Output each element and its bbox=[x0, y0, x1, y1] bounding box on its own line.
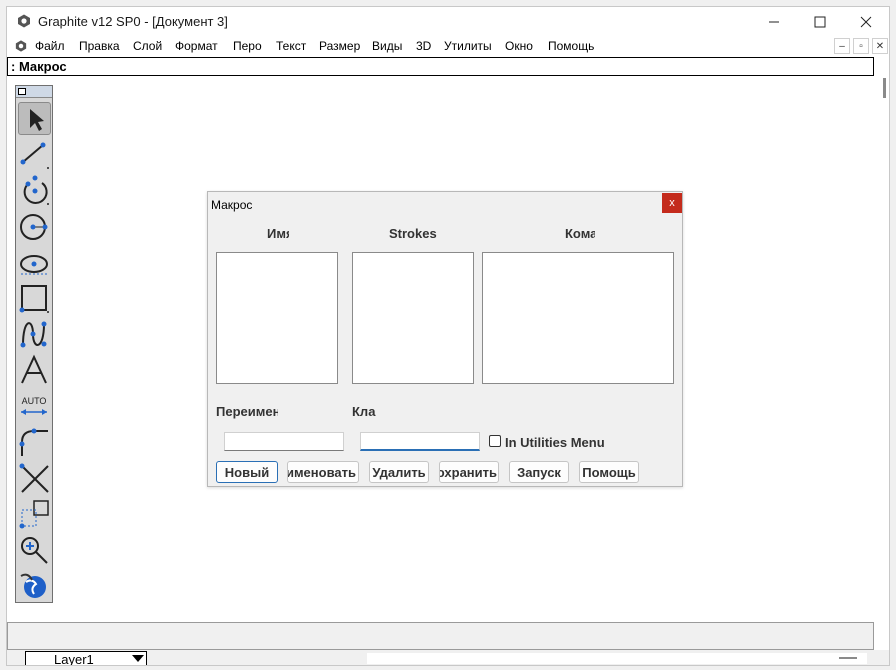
tool-line[interactable] bbox=[18, 138, 51, 171]
rectangle-icon bbox=[19, 285, 49, 313]
close-icon: ✕ bbox=[875, 40, 885, 52]
title-bar: Graphite v12 SP0 - [Документ 3] bbox=[7, 7, 889, 37]
rename-button[interactable]: Переименовать bbox=[287, 461, 359, 483]
menu-layer[interactable]: Слой bbox=[133, 39, 162, 53]
menu-help[interactable]: Помощь bbox=[548, 39, 594, 53]
menu-file[interactable]: Файл bbox=[35, 39, 65, 53]
layer-bar: Layer1 bbox=[7, 650, 889, 666]
tool-snap-box[interactable] bbox=[18, 498, 51, 531]
globe-view-icon bbox=[20, 573, 46, 598]
minimize-icon: – bbox=[839, 40, 845, 52]
close-icon: x bbox=[669, 197, 675, 209]
column-header-commands: Команды bbox=[565, 226, 595, 241]
menu-pen[interactable]: Перо bbox=[233, 39, 262, 53]
menu-3d[interactable]: 3D bbox=[416, 39, 431, 53]
dialog-close-button[interactable]: x bbox=[662, 193, 682, 213]
delete-button[interactable]: Удалить bbox=[369, 461, 429, 483]
help-button[interactable]: Помощь bbox=[579, 461, 639, 483]
maximize-button[interactable] bbox=[797, 7, 843, 37]
toolbox-header[interactable] bbox=[16, 86, 52, 98]
dialog-title: Макрос bbox=[211, 198, 253, 212]
menu-utilities[interactable]: Утилиты bbox=[444, 39, 492, 53]
rename-field[interactable] bbox=[224, 432, 344, 451]
tool-zoom[interactable] bbox=[18, 534, 51, 567]
menu-dimension[interactable]: Размер bbox=[319, 39, 360, 53]
snap-box-icon bbox=[19, 500, 49, 529]
menu-window[interactable]: Окно bbox=[505, 39, 533, 53]
app-window: Graphite v12 SP0 - [Документ 3] Файл Пра… bbox=[6, 6, 890, 666]
menu-format[interactable]: Формат bbox=[175, 39, 218, 53]
fillet-icon bbox=[19, 428, 48, 456]
rename-label: Переименовать bbox=[216, 404, 278, 419]
mdi-close-button[interactable]: ✕ bbox=[872, 38, 888, 54]
arc-icon bbox=[23, 175, 49, 205]
tool-select[interactable] bbox=[18, 102, 51, 135]
tool-auto-dimension[interactable]: AUTO bbox=[18, 390, 51, 423]
tool-trim[interactable] bbox=[18, 462, 51, 495]
command-line[interactable]: : Макрос bbox=[7, 57, 874, 76]
auto-label: AUTO bbox=[22, 396, 47, 406]
menu-bar: Файл Правка Слой Формат Перо Текст Разме… bbox=[7, 37, 889, 57]
graphite-app-icon bbox=[18, 14, 30, 28]
column-header-name: Имя bbox=[267, 226, 289, 241]
menu-text[interactable]: Текст bbox=[276, 39, 306, 53]
text-icon bbox=[21, 354, 47, 384]
tool-text[interactable] bbox=[18, 354, 51, 387]
utilities-menu-checkbox[interactable] bbox=[489, 435, 501, 447]
keys-label: Клавиши bbox=[352, 404, 376, 419]
tool-ellipse[interactable] bbox=[18, 246, 51, 279]
close-window-button[interactable] bbox=[843, 7, 889, 37]
vertical-scrollbar[interactable] bbox=[880, 76, 889, 622]
save-button[interactable]: Сохранить bbox=[439, 461, 499, 483]
circle-icon bbox=[20, 214, 48, 240]
tool-circle[interactable] bbox=[18, 210, 51, 243]
layer-name: Layer1 bbox=[54, 652, 94, 666]
chevron-down-icon bbox=[132, 655, 144, 662]
minimize-button[interactable] bbox=[751, 7, 797, 37]
column-header-strokes: Strokes bbox=[389, 226, 437, 241]
scroll-thumb[interactable] bbox=[839, 657, 857, 659]
macro-dialog: Макрос x Имя Strokes Команды Переименова… bbox=[207, 191, 683, 487]
maximize-icon bbox=[814, 16, 826, 28]
toolbox-palette: AUTO bbox=[15, 85, 53, 603]
zoom-icon bbox=[21, 537, 48, 564]
horizontal-scrollbar[interactable] bbox=[367, 653, 867, 664]
run-button[interactable]: Запуск bbox=[509, 461, 569, 483]
document-menu-icon[interactable] bbox=[15, 40, 27, 52]
minimize-icon bbox=[769, 21, 779, 23]
select-arrow-icon bbox=[30, 109, 44, 131]
strokes-list[interactable] bbox=[352, 252, 474, 384]
mdi-restore-button[interactable]: ▫ bbox=[853, 38, 869, 54]
tool-arc[interactable] bbox=[18, 174, 51, 207]
keys-field[interactable] bbox=[360, 432, 480, 451]
collapse-box[interactable] bbox=[18, 88, 26, 95]
tool-spline[interactable] bbox=[18, 318, 51, 351]
window-title: Graphite v12 SP0 - [Документ 3] bbox=[38, 14, 228, 29]
status-panel bbox=[7, 622, 874, 650]
macro-name-list[interactable] bbox=[216, 252, 338, 384]
mdi-minimize-button[interactable]: – bbox=[834, 38, 850, 54]
scroll-thumb[interactable] bbox=[883, 78, 886, 98]
trim-icon bbox=[19, 463, 49, 493]
auto-dimension-icon: AUTO bbox=[21, 396, 47, 415]
commands-list[interactable] bbox=[482, 252, 674, 384]
tool-fillet[interactable] bbox=[18, 426, 51, 459]
spline-icon bbox=[20, 321, 47, 348]
tool-globe-view[interactable] bbox=[18, 570, 51, 603]
restore-icon: ▫ bbox=[859, 40, 863, 52]
layer-dropdown[interactable]: Layer1 bbox=[25, 651, 147, 666]
ellipse-icon bbox=[20, 255, 48, 275]
tool-rectangle[interactable] bbox=[18, 282, 51, 315]
close-icon bbox=[860, 16, 872, 28]
new-button[interactable]: Новый bbox=[216, 461, 278, 483]
utilities-menu-label[interactable]: In Utilities Menu bbox=[505, 435, 605, 450]
line-icon bbox=[20, 142, 49, 169]
command-text: : Макрос bbox=[11, 59, 67, 74]
menu-edit[interactable]: Правка bbox=[79, 39, 120, 53]
menu-views[interactable]: Виды bbox=[372, 39, 402, 53]
